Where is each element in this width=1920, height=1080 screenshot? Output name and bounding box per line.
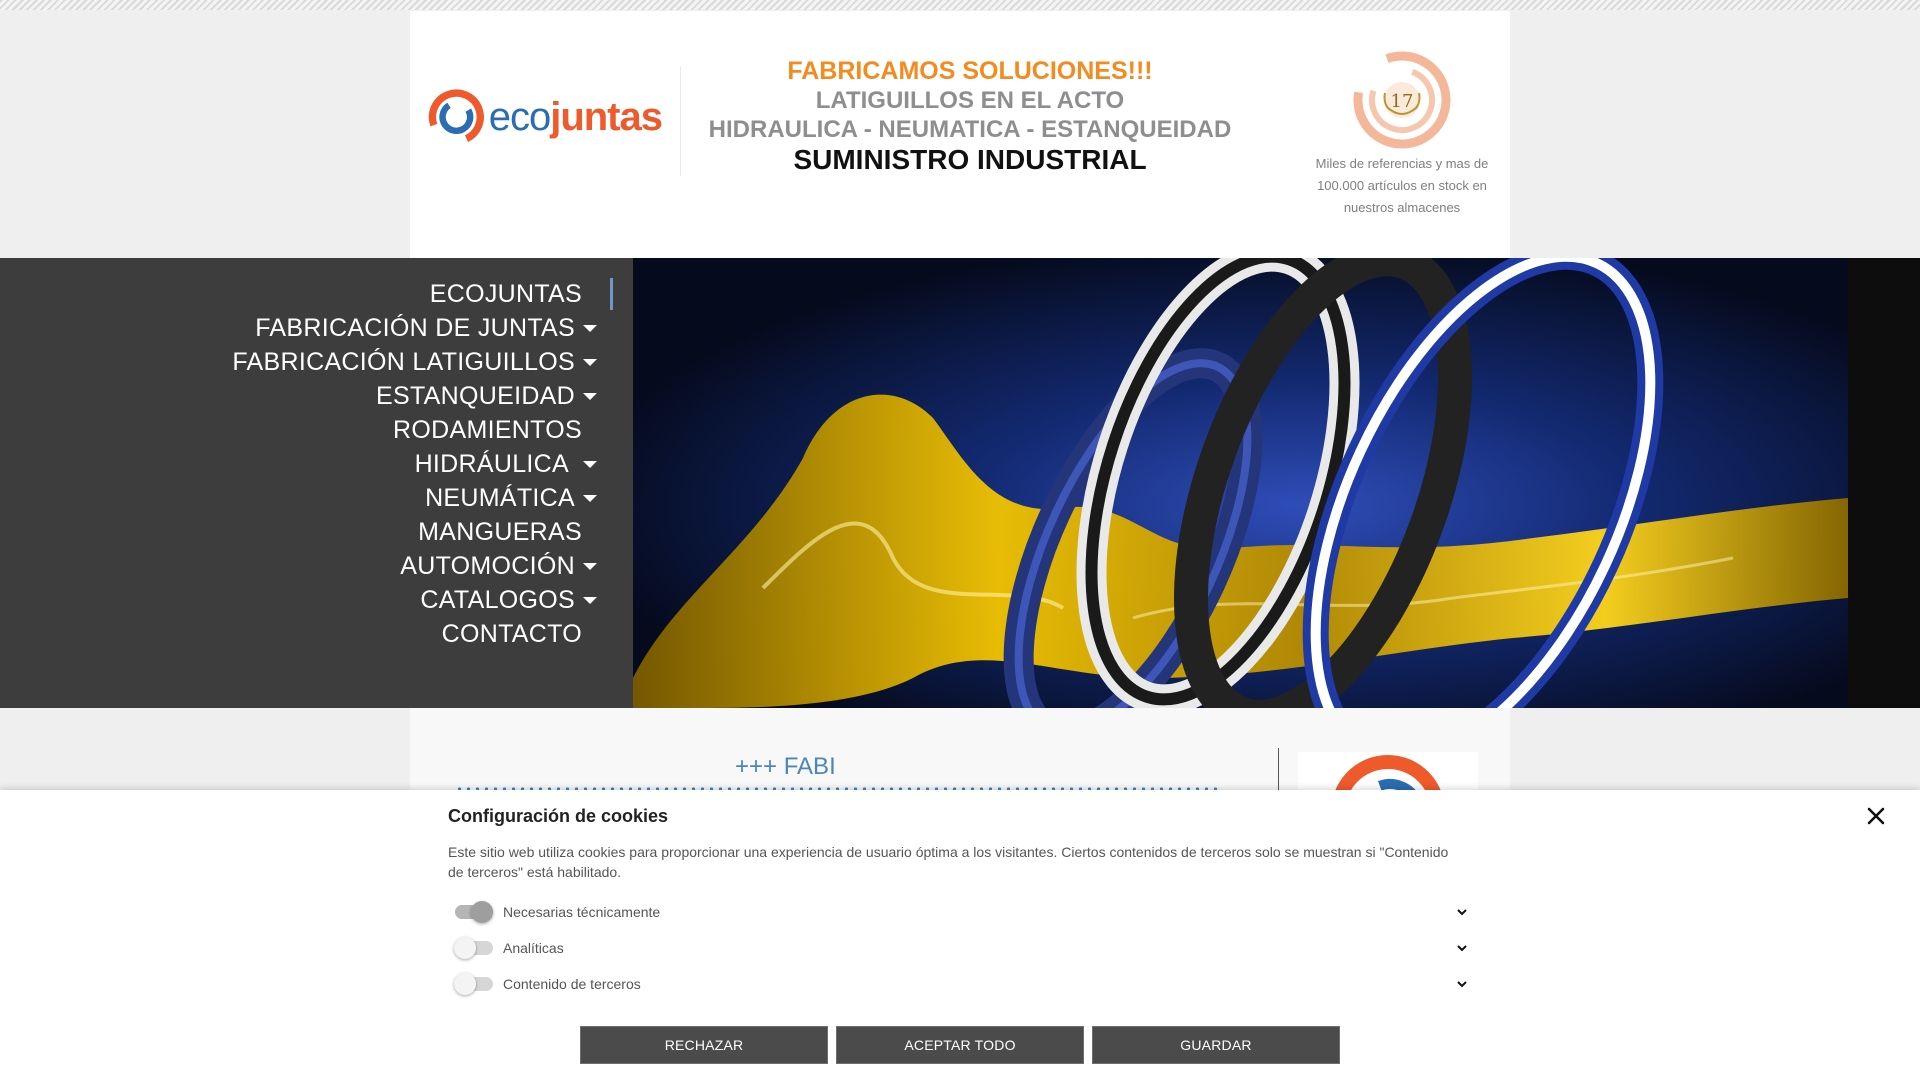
nav-item-neumatica[interactable]: NEUMÁTICA (425, 482, 597, 514)
chevron-down-icon[interactable] (1454, 940, 1470, 956)
analytics-cookies-toggle[interactable] (454, 937, 493, 959)
chevron-down-icon[interactable] (1454, 976, 1470, 992)
save-cookies-button[interactable]: GUARDAR (1092, 1026, 1340, 1064)
nav-item-label: CONTACTO (441, 619, 582, 648)
cookie-description: Este sitio web utiliza cookies para prop… (448, 844, 1449, 880)
caret-down-icon (583, 596, 597, 604)
nav-item-rodamientos[interactable]: RODAMIENTOS (393, 414, 590, 446)
content-divider (1278, 748, 1279, 793)
site-logo[interactable]: ecojuntas (426, 77, 663, 157)
cookie-option-label: Necesarias técnicamente (503, 904, 661, 920)
logo-ring-icon (1331, 755, 1445, 792)
logo-wordmark: ecojuntas (488, 95, 663, 139)
main-navigation: ECOJUNTAS FABRICACIÓN DE JUNTAS FABRICAC… (0, 258, 633, 708)
stock-note: Miles de referencias y mas de 100.000 ar… (1315, 156, 1489, 215)
caret-down-icon (583, 392, 597, 400)
tagline-line-4: SUMINISTRO INDUSTRIAL (793, 144, 1147, 175)
cookie-option-analytics: Analíticas (454, 936, 1470, 960)
nav-item-fabricacion-latiguillos[interactable]: FABRICACIÓN LATIGUILLOS (232, 346, 597, 378)
tagline-line-2: LATIGUILLOS EN EL ACTO (815, 87, 1125, 114)
nav-item-label: NEUMÁTICA (425, 483, 575, 512)
cookie-option-label: Analíticas (503, 940, 564, 956)
header-divider (680, 66, 681, 176)
reject-cookies-button[interactable]: RECHAZAR (580, 1026, 828, 1064)
nav-item-catalogos[interactable]: CATALOGOS (420, 584, 597, 616)
accept-all-cookies-button[interactable]: ACEPTAR TODO (836, 1026, 1084, 1064)
caret-down-icon (583, 494, 597, 502)
top-decorative-strip (0, 0, 1920, 10)
cookie-title: Configuración de cookies (448, 806, 669, 826)
content-logo-thumbnail (1298, 752, 1478, 792)
caret-down-icon (583, 324, 597, 332)
nav-item-contacto[interactable]: CONTACTO (442, 618, 590, 650)
nav-item-label: RODAMIENTOS (393, 415, 582, 444)
anniversary-badge-icon: 17 (1353, 51, 1451, 149)
nav-item-estanqueidad[interactable]: ESTANQUEIDAD (376, 380, 597, 412)
cookie-option-label: Contenido de terceros (503, 976, 641, 992)
cookie-option-necessary: Necesarias técnicamente (455, 900, 1470, 924)
header-tagline: FABRICAMOS SOLUCIONES!!! LATIGUILLOS EN … (690, 56, 1250, 176)
nav-item-label: MANGUERAS (418, 517, 582, 546)
nav-item-hidraulica[interactable]: HIDRÁULICA (415, 448, 597, 480)
nav-item-label: AUTOMOCIÓN (400, 551, 575, 580)
nav-item-label: FABRICACIÓN DE JUNTAS (255, 313, 575, 342)
nav-item-label: CATALOGOS (420, 585, 575, 614)
site-header: ecojuntas FABRICAMOS SOLUCIONES!!! LATIG… (410, 11, 1510, 258)
logo-ring-icon (428, 89, 484, 145)
hydraulic-seals-illustration (633, 258, 1920, 708)
caret-down-icon (583, 562, 597, 570)
nav-item-mangueras[interactable]: MANGUERAS (418, 516, 590, 548)
nav-item-fabricacion-juntas[interactable]: FABRICACIÓN DE JUNTAS (255, 312, 597, 344)
nav-item-label: FABRICACIÓN LATIGUILLOS (232, 347, 575, 376)
third-party-cookies-toggle[interactable] (454, 973, 493, 995)
nav-item-label: ECOJUNTAS (429, 279, 582, 308)
nav-item-automocion[interactable]: AUTOMOCIÓN (400, 550, 597, 582)
hero-banner-image (633, 258, 1920, 708)
close-icon[interactable] (1864, 804, 1888, 828)
necessary-cookies-toggle[interactable] (455, 901, 493, 923)
nav-item-label: HIDRÁULICA (414, 449, 569, 478)
tagline-line-3: HIDRAULICA - NEUMATICA - ESTANQUEIDAD (708, 116, 1232, 143)
tagline-line-1: FABRICAMOS SOLUCIONES!!! (787, 57, 1153, 85)
nav-active-indicator (610, 278, 613, 310)
nav-item-label: ESTANQUEIDAD (376, 381, 575, 410)
badge-number: 17 (1391, 91, 1414, 112)
chevron-down-icon[interactable] (1454, 904, 1470, 920)
nav-item-ecojuntas[interactable]: ECOJUNTAS (430, 278, 590, 310)
news-marquee: +++ FABI (735, 753, 836, 780)
caret-down-icon (583, 358, 597, 366)
caret-down-icon (583, 460, 597, 468)
cookie-option-third-party: Contenido de terceros (454, 972, 1470, 996)
